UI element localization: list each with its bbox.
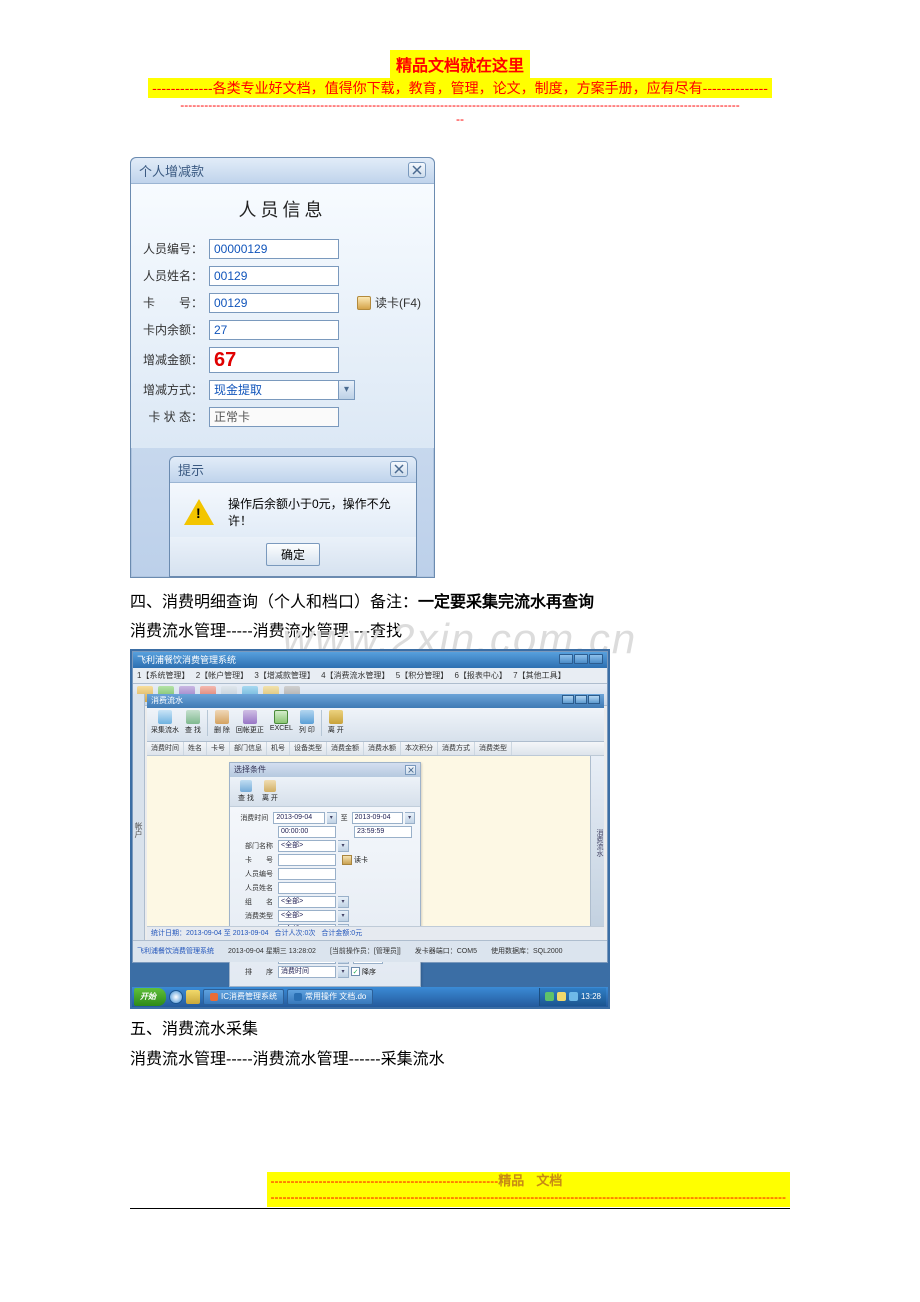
select-group[interactable]: <全部> [278, 896, 336, 908]
select-dept[interactable]: <全部> [278, 840, 336, 852]
header-subtitle: -------------各类专业好文档，值得你下载，教育，管理，论文，制度，方… [148, 78, 772, 98]
system-tray[interactable]: 13:28 [539, 988, 606, 1006]
filter-exit-button[interactable]: 离 开 [262, 780, 278, 803]
app-screenshot: 飞利浦餐饮消费管理系统 1【系统管理】 2【帐户管理】 3【增减款管理】 4【消… [130, 649, 610, 1009]
tab-window-controls[interactable] [561, 695, 600, 706]
statusbar-info: 飞利浦餐饮消费管理系统 2013-09-04 星期三 13:28:02 [当前操… [133, 940, 607, 962]
taskbar-item[interactable]: IC消费管理系统 [203, 989, 284, 1005]
label-method: 增减方式： [139, 381, 203, 398]
tb-delete[interactable]: 删 除 [214, 710, 230, 735]
tb-correct[interactable]: 回帐更正 [236, 710, 264, 735]
chevron-down-icon[interactable]: ▾ [405, 812, 415, 824]
input-card-status: 正常卡 [209, 407, 339, 427]
section-5-line-1: 五、消费流水采集 [130, 1017, 790, 1043]
time-to[interactable]: 23:59:59 [354, 826, 412, 838]
select-method[interactable]: 现金提取 [209, 380, 339, 400]
tab-bar: 消费流水 [147, 694, 604, 708]
label-person-name: 人员姓名： [139, 267, 203, 284]
card-reader-icon [357, 296, 371, 310]
read-card-label: 读卡(F4) [375, 294, 421, 311]
page-header: 精品文档就在这里 -------------各类专业好文档，值得你下载，教育，管… [0, 50, 920, 127]
active-tab[interactable]: 消费流水 [151, 695, 183, 706]
section-5-line-2: 消费流水管理-----消费流水管理------采集流水 [130, 1047, 790, 1073]
tray-icon[interactable] [569, 992, 578, 1001]
chevron-down-icon[interactable]: ▾ [338, 910, 349, 922]
app-menubar[interactable]: 1【系统管理】 2【帐户管理】 3【增减款管理】 4【消费流水管理】 5【积分管… [133, 668, 607, 684]
header-title: 精品文档就在这里 [390, 50, 530, 78]
start-button[interactable]: 开始 [134, 988, 166, 1006]
label-balance: 卡内余额： [139, 321, 203, 338]
taskbar-item[interactable]: 常用操作 文档.do [287, 989, 373, 1005]
dialog-titlebar: 个人增减款 [131, 158, 434, 184]
label-person-id: 人员编号： [139, 240, 203, 257]
checkbox-descending[interactable]: ✓ [351, 967, 360, 976]
statusbar-stats: 统计日期：2013-09-04 至 2013-09-04 合计人次:0次 合计金… [147, 926, 604, 940]
quick-launch-icon[interactable] [186, 990, 200, 1004]
select-consume-type[interactable]: <全部> [278, 910, 336, 922]
date-to[interactable]: 2013-09-04 [352, 812, 404, 824]
header-dashes-1: ----------------------------------------… [60, 98, 860, 112]
clock: 13:28 [581, 992, 601, 1001]
ok-button[interactable]: 确定 [266, 543, 320, 566]
filter-find-button[interactable]: 查 找 [238, 780, 254, 803]
tb-find[interactable]: 查 找 [185, 710, 201, 735]
alert-dialog: 提示 操作后余额小于0元，操作不允许！ 确定 [169, 456, 417, 577]
input-person-id[interactable] [278, 868, 336, 880]
close-icon[interactable] [405, 765, 416, 775]
chevron-down-icon[interactable]: ▾ [338, 966, 349, 978]
main-toolbar: 采集流水 查 找 删 除 回帐更正 EXCEL 列 印 离 开 [147, 708, 604, 742]
input-amount[interactable]: 67 [209, 347, 339, 373]
select-sort[interactable]: 消费时间 [278, 966, 336, 978]
input-balance[interactable]: 27 [209, 320, 339, 340]
read-card-button[interactable]: 读卡(F4) [357, 294, 421, 311]
header-dashes-2: -- [60, 112, 860, 126]
input-person-name[interactable] [278, 882, 336, 894]
time-from[interactable]: 00:00:00 [278, 826, 336, 838]
dialog-personal-adjust: 个人增减款 人员信息 人员编号： 00000129 人员姓名： 00129 卡 … [130, 157, 435, 578]
alert-title: 提示 [178, 460, 390, 479]
label-card-status: 卡 状 态： [139, 408, 203, 425]
page-footer: ----------------------------------------… [130, 1172, 790, 1208]
app-title: 飞利浦餐饮消费管理系统 [137, 653, 236, 666]
chevron-down-icon[interactable]: ▾ [338, 896, 349, 908]
xp-taskbar: 开始 IC消费管理系统 常用操作 文档.do 13:28 [132, 987, 608, 1007]
input-person-name[interactable]: 00129 [209, 266, 339, 286]
tray-icon[interactable] [557, 992, 566, 1001]
tb-print[interactable]: 列 印 [299, 710, 315, 735]
right-scroll-tab[interactable]: 消费流水 [590, 756, 604, 926]
label-amount: 增减金额： [139, 351, 203, 368]
input-card[interactable] [278, 854, 336, 866]
read-card-button[interactable]: 读卡 [342, 855, 368, 865]
input-card-no[interactable]: 00129 [209, 293, 339, 313]
tray-icon[interactable] [545, 992, 554, 1001]
card-reader-icon [342, 855, 352, 865]
window-controls[interactable] [558, 654, 603, 666]
app-titlebar: 飞利浦餐饮消费管理系统 [133, 652, 607, 668]
alert-message: 操作后余额小于0元，操作不允许！ [228, 495, 402, 529]
close-icon[interactable] [390, 461, 408, 477]
chevron-down-icon[interactable]: ▾ [338, 840, 349, 852]
section-title: 人员信息 [139, 190, 426, 232]
tb-collect[interactable]: 采集流水 [151, 710, 179, 735]
chevron-down-icon[interactable]: ▾ [339, 380, 355, 400]
date-from[interactable]: 2013-09-04 [273, 812, 325, 824]
section-4-line-1: 四、消费明细查询（个人和档口）备注：一定要采集完流水再查询 [130, 590, 790, 616]
tb-exit[interactable]: 离 开 [328, 710, 344, 735]
warning-icon [184, 499, 214, 525]
dialog-title: 个人增减款 [139, 161, 408, 180]
input-person-id[interactable]: 00000129 [209, 239, 339, 259]
table-header[interactable]: 消费时间 姓名 卡号 部门信息 机号 设备类型 消费金额 消费水额 本次积分 消… [147, 742, 604, 756]
filter-titlebar: 选择条件 [230, 763, 420, 777]
left-dock[interactable]: 帐户 [133, 694, 145, 962]
label-card-no: 卡 号： [139, 294, 203, 311]
quick-launch-icon[interactable] [169, 990, 183, 1004]
chevron-down-icon[interactable]: ▾ [327, 812, 337, 824]
close-icon[interactable] [408, 162, 426, 178]
alert-titlebar: 提示 [170, 457, 416, 483]
tb-excel[interactable]: EXCEL [270, 710, 293, 732]
